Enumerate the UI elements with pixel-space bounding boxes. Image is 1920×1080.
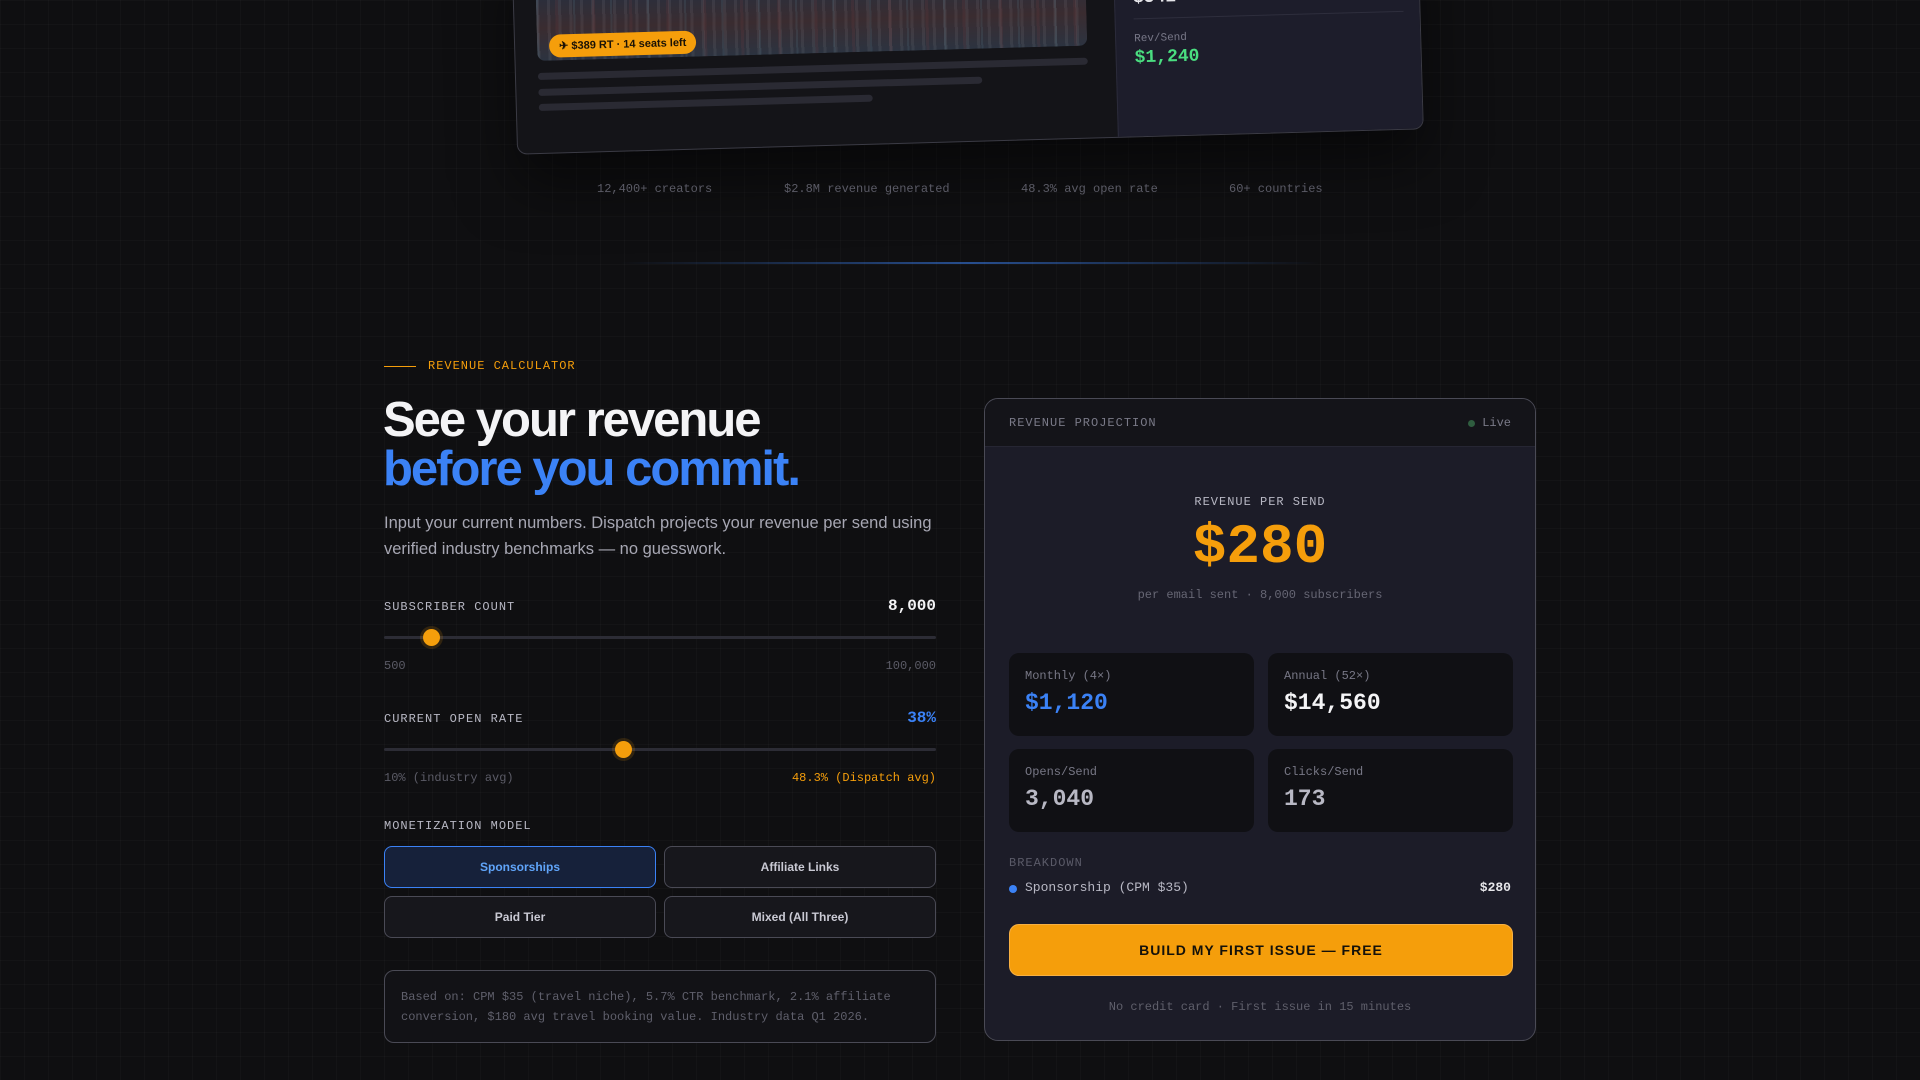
skeleton-line xyxy=(537,57,1088,81)
subscriber-count-label: SUBSCRIBER COUNT xyxy=(384,600,516,614)
metric-value: $1,120 xyxy=(1025,690,1108,716)
revenue-projection-panel: REVENUE PROJECTION Live REVENUE PER SEND… xyxy=(984,398,1536,1041)
open-rate-slider[interactable] xyxy=(384,741,936,758)
open-rate-max-label: 48.3% (Dispatch avg) xyxy=(791,771,936,785)
cta-fine-print: No credit card · First issue in 15 minut… xyxy=(1108,1000,1412,1014)
metric-value: 173 xyxy=(1284,786,1326,812)
newsletter-preview-card: ✈ $389 RT · 14 seats left $542 Rev/Send … xyxy=(511,0,1424,155)
metric-card-clicks: Clicks/Send 173 xyxy=(1268,749,1513,832)
stat-countries: 60+ countries xyxy=(1229,182,1323,196)
metric-card-annual: Annual (52×) $14,560 xyxy=(1268,653,1513,736)
panel-title: REVENUE PROJECTION xyxy=(1009,416,1157,430)
preview-stats-panel: $542 Rev/Send $1,240 xyxy=(1112,0,1424,137)
open-rate-min-label: 10% (industry avg) xyxy=(384,771,514,785)
divider xyxy=(1133,10,1404,20)
benchmark-note: Based on: CPM $35 (travel niche), 5.7% C… xyxy=(384,970,936,1043)
slider-handle[interactable] xyxy=(422,629,440,646)
metric-label: Clicks/Send xyxy=(1284,765,1364,779)
option-paid-tier[interactable]: Paid Tier xyxy=(384,896,656,938)
breakdown-amount: $280 xyxy=(1479,880,1511,895)
metric-label: Annual (52×) xyxy=(1284,669,1371,683)
breakdown-row: Sponsorship (CPM $35) $280 xyxy=(1009,880,1511,896)
slider-handle[interactable] xyxy=(615,741,633,758)
live-dot-icon xyxy=(1468,419,1476,427)
sponsorship-dot-icon xyxy=(1009,885,1017,893)
metric-card-opens: Opens/Send 3,040 xyxy=(1009,749,1254,832)
preview-content: ✈ $389 RT · 14 seats left xyxy=(534,0,1100,153)
stat-creators: 12,400+ creators xyxy=(597,182,713,196)
option-sponsorships[interactable]: Sponsorships xyxy=(384,846,656,888)
option-mixed[interactable]: Mixed (All Three) xyxy=(664,896,936,938)
breakdown-name: Sponsorship (CPM $35) xyxy=(1025,880,1189,895)
metric-value: 3,040 xyxy=(1025,786,1095,812)
rev-per-send-value: $1,240 xyxy=(1134,46,1200,69)
skeleton-line xyxy=(538,76,983,97)
revenue-per-send-subtitle: per email sent · 8,000 subscribers xyxy=(1137,588,1383,602)
metric-value: $14,560 xyxy=(1284,690,1381,716)
page-title: See your revenue before you commit. xyxy=(383,393,801,496)
live-label: Live xyxy=(1482,416,1511,430)
open-rate-label: CURRENT OPEN RATE xyxy=(384,712,524,726)
section-eyebrow: REVENUE CALCULATOR xyxy=(384,359,576,373)
rev-per-send-label: Rev/Send xyxy=(1133,31,1188,46)
metric-label: Opens/Send xyxy=(1025,765,1098,779)
section-description: Input your current numbers. Dispatch pro… xyxy=(384,514,932,558)
live-indicator: Live xyxy=(1468,416,1511,430)
revenue-per-send-label: REVENUE PER SEND xyxy=(1194,495,1326,509)
slider-max-label: 100,000 xyxy=(885,659,936,673)
open-rate-value: 38% xyxy=(907,709,936,727)
subscriber-count-slider[interactable] xyxy=(384,629,936,646)
skeleton-line xyxy=(538,94,873,111)
section-divider xyxy=(620,262,1320,264)
stat-open-rate: 48.3% avg open rate xyxy=(1021,182,1158,196)
headline-line-1: See your revenue xyxy=(383,393,762,447)
headline-line-2: before you commit. xyxy=(383,442,801,496)
monetization-model-label: MONETIZATION MODEL xyxy=(384,819,532,833)
breakdown-label: BREAKDOWN xyxy=(1009,856,1083,870)
subscriber-count-value: 8,000 xyxy=(887,597,936,615)
metric-card-monthly: Monthly (4×) $1,120 xyxy=(1009,653,1254,736)
eyebrow-rule xyxy=(384,365,416,367)
preview-top-value: $542 xyxy=(1133,0,1177,8)
option-affiliate-links[interactable]: Affiliate Links xyxy=(664,846,936,888)
slider-min-label: 500 xyxy=(384,659,406,673)
panel-header: REVENUE PROJECTION Live xyxy=(985,399,1535,447)
eyebrow-label: REVENUE CALCULATOR xyxy=(428,359,576,373)
flight-deal-badge: ✈ $389 RT · 14 seats left xyxy=(548,30,697,58)
metric-label: Monthly (4×) xyxy=(1025,669,1112,683)
build-first-issue-button[interactable]: BUILD MY FIRST ISSUE — FREE xyxy=(1009,924,1513,976)
stat-revenue: $2.8M revenue generated xyxy=(784,182,950,196)
revenue-per-send-value: $280 xyxy=(1192,515,1328,579)
social-proof-stats: 12,400+ creators $2.8M revenue generated… xyxy=(0,182,1920,198)
